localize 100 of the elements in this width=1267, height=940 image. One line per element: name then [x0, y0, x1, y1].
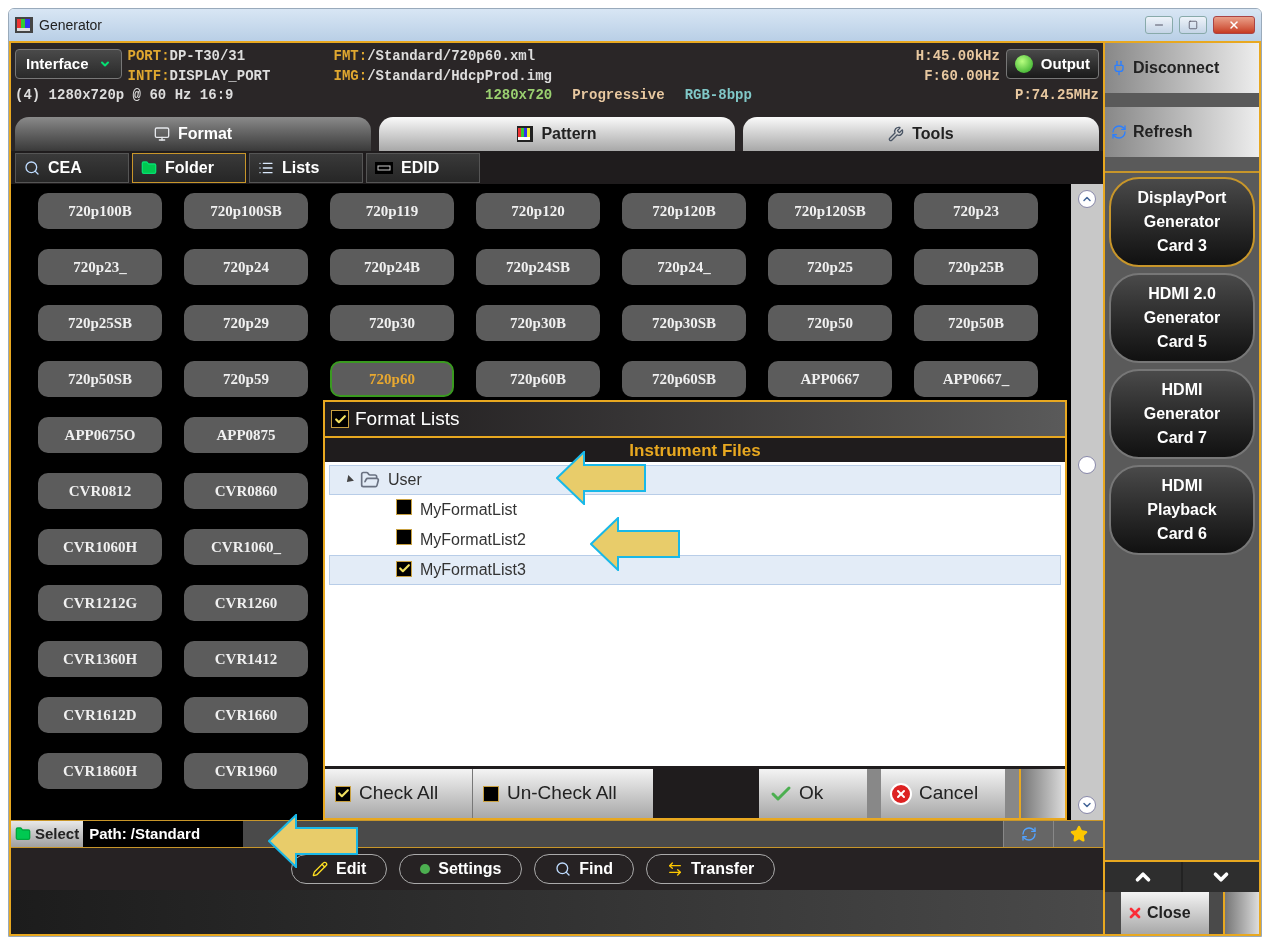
tree-item[interactable]: MyFormatList	[329, 495, 1061, 525]
scroll-down-button[interactable]	[1183, 862, 1259, 892]
format-button[interactable]: 720p100B	[38, 193, 162, 229]
format-button[interactable]: CVR1060_	[184, 529, 308, 565]
format-button[interactable]: CVR1612D	[38, 697, 162, 733]
format-button[interactable]: APP0875	[184, 417, 308, 453]
side-action-button[interactable]: Disconnect	[1105, 43, 1259, 93]
check-all-button[interactable]: Check All	[325, 769, 473, 818]
scrollbar[interactable]	[1071, 184, 1103, 820]
format-button[interactable]: 720p50SB	[38, 361, 162, 397]
format-button[interactable]: APP0667_	[914, 361, 1038, 397]
tree-item-label: MyFormatList2	[420, 530, 526, 550]
ok-button[interactable]: Ok	[759, 769, 867, 818]
format-button[interactable]: CVR1060H	[38, 529, 162, 565]
generator-card[interactable]: HDMI Playback Card 6	[1109, 465, 1255, 555]
format-button[interactable]: CVR1412	[184, 641, 308, 677]
format-button[interactable]: 720p120B	[622, 193, 746, 229]
format-button[interactable]: 720p29	[184, 305, 308, 341]
format-button[interactable]: 720p23	[914, 193, 1038, 229]
favorite-button[interactable]	[1053, 821, 1103, 847]
format-button[interactable]: APP0675O	[38, 417, 162, 453]
format-button[interactable]: 720p100SB	[184, 193, 308, 229]
format-button[interactable]: CVR0860	[184, 473, 308, 509]
format-button[interactable]: 720p25SB	[38, 305, 162, 341]
color-format: RGB-8bpp	[684, 86, 752, 104]
format-button[interactable]: CVR1360H	[38, 641, 162, 677]
checkbox[interactable]	[335, 785, 351, 802]
checkbox[interactable]	[483, 785, 499, 802]
dialog-title: Format Lists	[355, 406, 460, 431]
scroll-up-button[interactable]	[1105, 862, 1181, 892]
format-button[interactable]: 720p120	[476, 193, 600, 229]
format-button[interactable]: 720p24	[184, 249, 308, 285]
scroll-down-icon[interactable]	[1078, 796, 1096, 814]
subtab[interactable]: CEA	[15, 152, 129, 183]
generator-card[interactable]: DisplayPort Generator Card 3	[1109, 177, 1255, 267]
format-button[interactable]: 720p25	[768, 249, 892, 285]
format-button[interactable]: 720p30	[330, 305, 454, 341]
cancel-button[interactable]: Cancel	[881, 769, 1005, 818]
checkbox[interactable]	[396, 560, 412, 577]
format-button[interactable]: 720p23_	[38, 249, 162, 285]
close-icon	[1228, 19, 1240, 31]
subtab[interactable]: EDID	[366, 152, 480, 183]
folder-icon	[360, 470, 380, 490]
select-button[interactable]: Select	[11, 821, 84, 847]
format-button[interactable]: 720p60SB	[622, 361, 746, 397]
search-icon	[555, 861, 572, 877]
separator-panel	[1005, 769, 1019, 818]
tab[interactable]: Pattern	[379, 117, 735, 151]
format-button[interactable]: APP0667	[768, 361, 892, 397]
tab[interactable]: Format	[15, 117, 371, 151]
scroll-up-icon[interactable]	[1078, 190, 1096, 208]
uncheck-all-button[interactable]: Un-Check All	[473, 769, 653, 818]
tree-item-label: User	[388, 470, 422, 490]
interface-info: INTF:DISPLAY_PORT	[127, 67, 272, 86]
format-button[interactable]: CVR1212G	[38, 585, 162, 621]
video-mode: (4) 1280x720p @ 60 Hz 16:9	[15, 86, 235, 104]
settings-icon	[420, 864, 431, 874]
format-button[interactable]: 720p60	[330, 361, 454, 397]
maximize-button[interactable]	[1179, 16, 1207, 34]
format-button[interactable]: 720p25B	[914, 249, 1038, 285]
format-button[interactable]: CVR1860H	[38, 753, 162, 789]
format-button[interactable]: 720p30B	[476, 305, 600, 341]
close-button[interactable]: Close	[1121, 892, 1209, 934]
checkbox[interactable]	[331, 410, 349, 428]
format-button[interactable]: CVR1660	[184, 697, 308, 733]
tree-item-label: MyFormatList3	[420, 560, 526, 580]
format-button[interactable]: 720p59	[184, 361, 308, 397]
generator-card[interactable]: HDMI 2.0 Generator Card 5	[1109, 273, 1255, 363]
format-button[interactable]: 720p24_	[622, 249, 746, 285]
format-button[interactable]: 720p50	[768, 305, 892, 341]
refresh-icon	[1111, 124, 1127, 140]
image-file-info: IMG:/Standard/HdcpProd.img	[333, 67, 553, 86]
format-button[interactable]: 720p24B	[330, 249, 454, 285]
scroll-thumb-icon[interactable]	[1078, 456, 1096, 474]
generator-card[interactable]: HDMI Generator Card 7	[1109, 369, 1255, 459]
format-button[interactable]: 720p50B	[914, 305, 1038, 341]
pencil-icon	[312, 861, 328, 877]
side-action-button[interactable]: Refresh	[1105, 107, 1259, 157]
format-button[interactable]: 720p30SB	[622, 305, 746, 341]
format-button[interactable]: 720p120SB	[768, 193, 892, 229]
tree-item[interactable]: MyFormatList3	[329, 555, 1061, 585]
monitor-icon	[153, 126, 170, 142]
subtab[interactable]: Lists	[249, 152, 363, 183]
tree-item[interactable]: MyFormatList2	[329, 525, 1061, 555]
subtab[interactable]: Folder	[132, 152, 246, 183]
close-icon	[1127, 905, 1143, 921]
format-button[interactable]: 720p24SB	[476, 249, 600, 285]
format-button[interactable]: CVR0812	[38, 473, 162, 509]
output-button[interactable]: Output	[1005, 49, 1099, 79]
interface-dropdown[interactable]: Interface	[15, 49, 122, 79]
checkbox[interactable]	[396, 529, 412, 545]
close-window-button[interactable]	[1213, 16, 1255, 34]
format-button[interactable]: CVR1260	[184, 585, 308, 621]
format-button[interactable]: CVR1960	[184, 753, 308, 789]
f-frequency: F:60.00Hz	[924, 67, 1000, 86]
tab[interactable]: Tools	[743, 117, 1099, 151]
path-field: Path: /Standard	[83, 821, 244, 847]
format-button[interactable]: 720p60B	[476, 361, 600, 397]
format-button[interactable]: 720p119	[330, 193, 454, 229]
checkbox[interactable]	[396, 499, 412, 515]
